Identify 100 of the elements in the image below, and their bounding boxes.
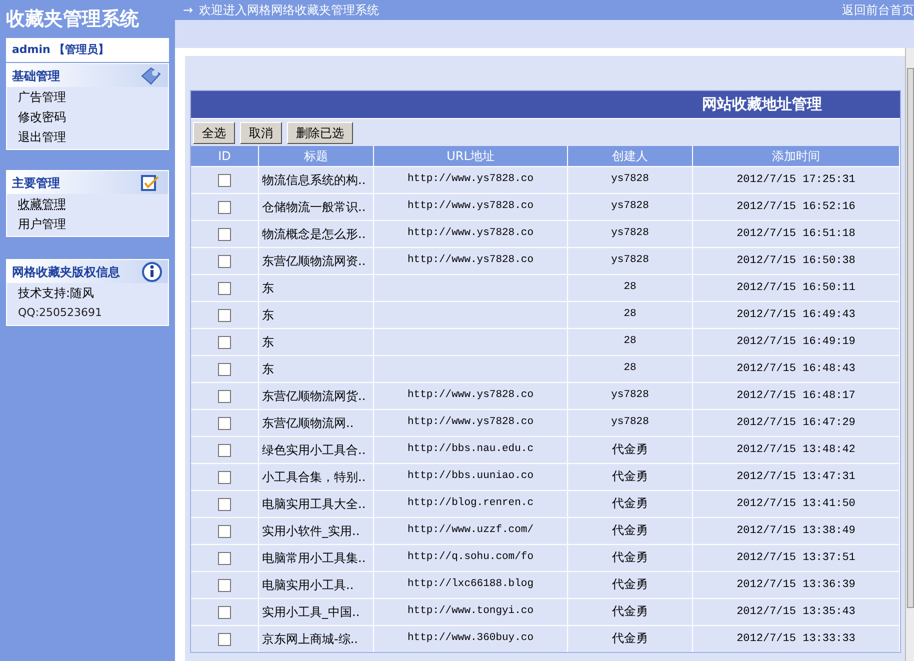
panel-title: 网站收藏地址管理 (702, 94, 822, 116)
menu-item[interactable]: 退出管理 (7, 127, 168, 147)
checkbox[interactable] (218, 470, 231, 484)
table-cell-text: 代金勇 (612, 550, 648, 567)
table-cell-text: 2012/7/15 16:49:43 (736, 308, 856, 323)
table-cell-text: ys7828 (611, 226, 649, 242)
table-cell-text: ys7828 (611, 253, 649, 268)
section-title: 网格收藏夹版权信息 (12, 264, 120, 280)
checkbox[interactable] (218, 498, 231, 510)
table-cell-text: 代金勇 (612, 577, 648, 594)
checkbox[interactable] (218, 200, 231, 214)
table-cell-text: 东营亿顺物流网.. (262, 415, 354, 432)
checkbox[interactable] (218, 362, 231, 376)
toolbar-button[interactable]: 全选 (193, 122, 235, 144)
table-cell-text: http://www.ys7828.co (407, 253, 534, 268)
checkbox[interactable] (218, 174, 231, 186)
table-cell-text: http://www.uzzf.com/ (407, 523, 534, 538)
table-cell-text: 2012/7/15 16:47:29 (736, 416, 856, 431)
table-cell-text: http://www.ys7828.co (407, 415, 534, 430)
table-cell-text: http://www.360buy.co (407, 631, 534, 646)
table-cell-text: 代金勇 (612, 496, 648, 513)
menu-item[interactable]: 用户管理 (7, 214, 168, 234)
checkbox[interactable] (218, 254, 231, 268)
table-cell-text: 代金勇 (612, 442, 648, 459)
table-cell-text: 2012/7/15 13:47:31 (736, 470, 856, 485)
toolbar-button[interactable]: 删除已选 (287, 122, 353, 144)
section-title: 基础管理 (12, 68, 60, 84)
table-cell-text: 2012/7/15 13:35:43 (736, 604, 856, 620)
menu-item[interactable]: 广告管理 (7, 87, 168, 107)
table-cell-text: 28 (624, 307, 636, 322)
table-cell-text: ys7828 (611, 172, 649, 188)
section-title: 主要管理 (12, 174, 60, 192)
table-cell-text: http://blog.renren.c (407, 496, 534, 512)
table-cell-text: 2012/7/15 16:51:18 (736, 226, 856, 242)
table-cell-text: 2012/7/15 13:48:42 (736, 442, 856, 458)
checkbox[interactable] (218, 336, 231, 348)
checkbox[interactable] (218, 390, 231, 402)
checkbox[interactable] (218, 282, 231, 294)
table-cell-text: 东 (262, 307, 274, 324)
table-cell-text: http://www.tongyi.co (407, 604, 534, 620)
table-cell-text: 2012/7/15 16:52:16 (736, 200, 856, 215)
table-cell-text: 2012/7/15 16:48:17 (736, 388, 856, 404)
table-cell-text: 电脑实用小工具.. (262, 577, 354, 594)
table-cell-text: 28 (624, 280, 636, 296)
info-text: 技术支持:随风 (17, 285, 96, 302)
checkbox[interactable] (218, 578, 231, 592)
checkbox[interactable] (218, 552, 231, 564)
table-cell-text: 京东网上商城-综.. (262, 631, 358, 648)
table-cell-text: 代金勇 (612, 604, 648, 621)
table-cell-text: 2012/7/15 16:49:19 (736, 334, 856, 350)
table-cell-text: 实用小软件_实用.. (262, 523, 360, 540)
toolbar-button[interactable]: 取消 (240, 122, 282, 144)
table-cell-text: 2012/7/15 13:38:49 (736, 524, 856, 539)
checkbox[interactable] (218, 444, 231, 456)
table-cell-text: http://lxc66188.blog (407, 577, 534, 592)
checkbox[interactable] (218, 308, 231, 322)
table-cell-text: http://bbs.nau.edu.c (407, 442, 534, 458)
column-header: 添加时间 (693, 146, 900, 166)
table-cell-text: 实用小工具_中国.. (262, 604, 360, 621)
menu-item[interactable]: 修改密码 (7, 107, 168, 127)
table-cell-text: 电脑实用工具大全.. (262, 496, 366, 513)
table-cell-text: 2012/7/15 16:50:38 (736, 254, 856, 269)
table-cell-text: 2012/7/15 13:37:51 (736, 550, 856, 566)
column-header: ID (191, 146, 259, 166)
scrollbar[interactable] (905, 48, 914, 661)
checkbox[interactable] (218, 416, 231, 430)
table-cell-text: 电脑常用小工具集.. (262, 550, 366, 567)
table-cell-text: 东营亿顺物流网货.. (262, 388, 366, 405)
table-cell-text: 仓储物流一般常识.. (262, 199, 366, 216)
user-label: admin 【管理员】 (11, 42, 110, 58)
checkbox[interactable] (218, 228, 231, 240)
table-cell-text: 东 (262, 361, 274, 378)
table-cell-text: 物流概念是怎么形.. (262, 226, 366, 243)
table-cell-text: 28 (624, 334, 636, 350)
table-cell-text: 物流信息系统的构.. (262, 172, 366, 189)
table-cell-text: http://www.ys7828.co (407, 226, 534, 242)
info-text: QQ:250523691 (17, 304, 104, 321)
table-cell-text: 2012/7/15 13:36:39 (736, 578, 856, 593)
table-cell-text: 2012/7/15 16:50:11 (736, 280, 856, 296)
checkbox[interactable] (218, 632, 231, 646)
table-cell-text: 代金勇 (612, 469, 648, 486)
table-cell-text: ys7828 (611, 199, 649, 214)
arrow-icon: → (183, 1, 194, 19)
table-cell-text: http://www.ys7828.co (407, 199, 534, 214)
table-cell-text: 2012/7/15 13:41:50 (736, 496, 856, 512)
table-cell-text: 代金勇 (612, 631, 648, 648)
table-cell-text: http://bbs.uuniao.co (407, 469, 534, 484)
app-title: 收藏夹管理系统 (5, 7, 140, 32)
table-cell-text: 东营亿顺物流网资.. (262, 253, 366, 270)
welcome-text: 欢迎进入网格网络收藏夹管理系统 (199, 2, 380, 19)
checkbox[interactable] (218, 524, 231, 538)
table-cell-text: http://q.sohu.com/fo (407, 550, 534, 566)
checkbox[interactable] (218, 606, 231, 618)
menu-item[interactable]: 收藏管理 (7, 194, 168, 214)
table-cell-text: ys7828 (611, 388, 649, 404)
table-cell-text: http://www.ys7828.co (407, 388, 534, 404)
table-cell-text: 东 (262, 334, 274, 351)
table-cell-text: 小工具合集，特别.. (262, 469, 366, 486)
info-icon (142, 262, 162, 282)
column-header: URL地址 (374, 146, 568, 166)
